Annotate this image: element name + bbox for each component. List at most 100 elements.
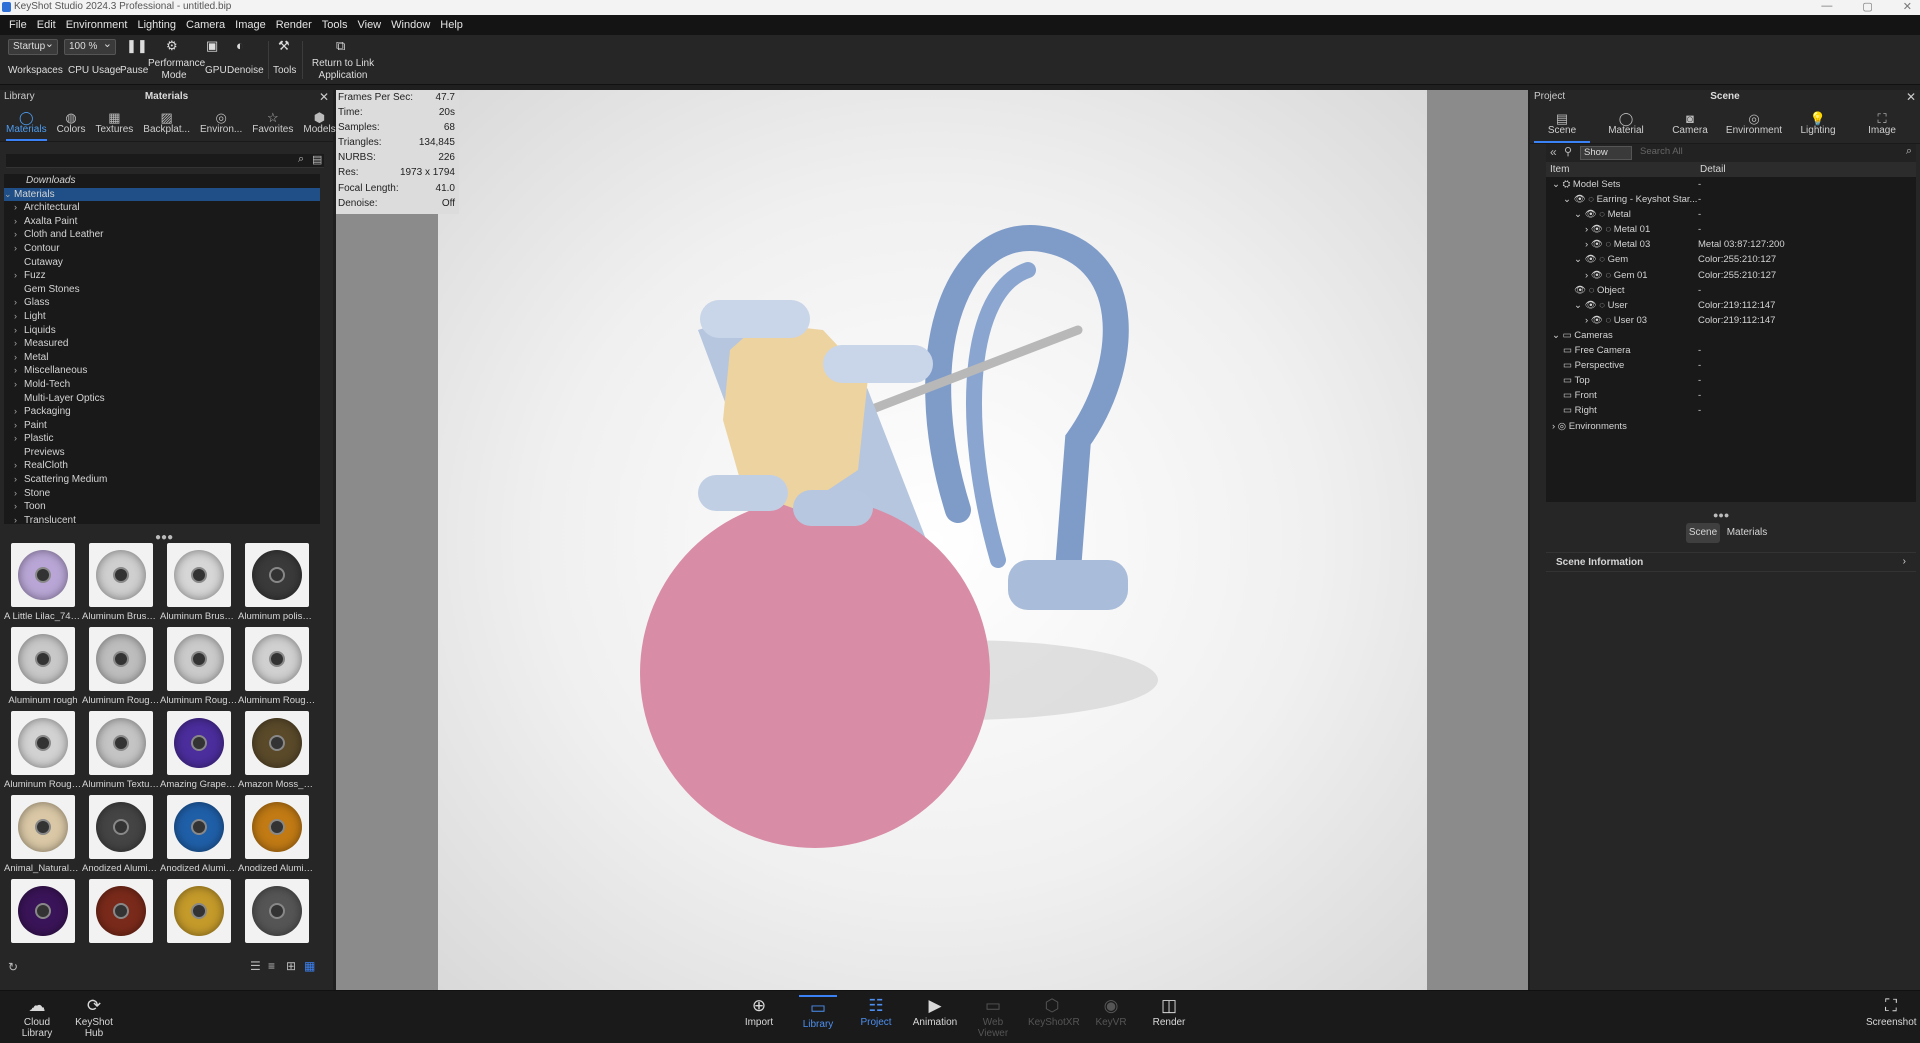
visibility-eye-icon[interactable]: ⌄ 👁 ◌ [1563,194,1597,205]
tree-node-icon[interactable]: ▭ [1563,390,1575,401]
scene-row[interactable]: ⌄ 👁 ◌ Metal - [1546,207,1916,222]
tree-item[interactable]: › Liquids [4,324,320,338]
menu-file[interactable]: File [4,19,32,31]
material-thumbnail[interactable]: Aluminum Rough... [4,711,82,795]
minimize-button[interactable]: — [1821,0,1832,13]
scene-row[interactable]: ⌄ 👁 ◌ Gem Color:255:210:127 [1546,252,1916,267]
pause-label[interactable]: Pause [120,65,148,77]
gpu-icon[interactable]: ▣ [206,38,218,54]
splitter-handle[interactable]: ●●● [155,532,173,543]
material-thumbnail[interactable]: Amazing Grape_7... [160,711,238,795]
tab-environments[interactable]: ◎ Environ... [200,104,242,141]
chevron-icon[interactable]: › [14,419,24,433]
menu-window[interactable]: Window [386,19,435,31]
visibility-eye-icon[interactable]: ⌄ 👁 ◌ [1574,254,1608,265]
menu-view[interactable]: View [352,19,386,31]
material-thumbnail[interactable]: Aluminum rough [4,627,82,711]
tree-node-icon[interactable]: ⌄ ▭ [1552,330,1574,341]
denoise-label[interactable]: Denoise [227,65,264,77]
visibility-eye-icon[interactable]: ⌄ 👁 ◌ [1574,300,1608,311]
tree-item[interactable]: › Paint [4,419,320,433]
tree-node-icon[interactable]: ▭ [1563,375,1574,386]
render-view[interactable] [438,90,1427,990]
tab-favorites[interactable]: ☆ Favorites [252,104,293,141]
menu-help[interactable]: Help [435,19,468,31]
material-thumbnail[interactable] [4,879,82,943]
material-thumbnail[interactable]: Aluminum Brushed [82,543,160,627]
tree-item[interactable]: ⌄ Materials [4,187,320,202]
link-application-icon[interactable]: ⧉ [336,38,345,54]
scene-row[interactable]: › ◎ Environments [1546,419,1916,434]
visibility-eye-icon[interactable]: › 👁 ◌ [1585,239,1614,250]
pause-icon[interactable]: ❚❚ [126,38,148,54]
tab-material[interactable]: ◯ Material [1594,104,1658,143]
denoise-icon[interactable]: ◐ [236,38,244,53]
menu-camera[interactable]: Camera [181,19,230,31]
tree-item[interactable]: Gem Stones [4,283,320,297]
chevron-icon[interactable]: › [14,351,24,365]
return-link-label[interactable]: Return to Link Application [308,58,378,82]
tab-backplates[interactable]: ▨ Backplat... [143,104,190,141]
search-icon[interactable]: ⌕ [298,153,304,166]
tree-item[interactable]: › Scattering Medium [4,473,320,487]
performance-mode-label[interactable]: Performance Mode [148,58,205,82]
chevron-icon[interactable]: › [14,473,24,487]
keyvr-button[interactable]: ◉ KeyVR [1092,995,1130,1028]
keyshotxr-button[interactable]: ⬡ KeyShotXR [1028,995,1080,1028]
library-button[interactable]: ▭ Library [799,995,837,1030]
tree-item[interactable]: › Contour [4,242,320,256]
column-item[interactable]: Item [1550,164,1569,175]
material-thumbnail[interactable]: Aluminum Rough... [160,627,238,711]
performance-mode-icon[interactable]: ⚙ [166,38,178,54]
chevron-icon[interactable]: › [14,242,24,256]
tree-item[interactable]: Cutaway [4,256,320,270]
material-thumbnail[interactable]: Animal_Natural_J... [4,795,82,879]
scene-information-section[interactable]: Scene Information › [1546,552,1916,572]
tab-image[interactable]: ⛶ Image [1850,104,1914,143]
tree-item[interactable]: › RealCloth [4,459,320,473]
chevron-icon[interactable]: › [14,500,24,514]
chevron-icon[interactable]: › [14,310,24,324]
tree-item[interactable]: › Translucent [4,514,320,528]
filter-icon[interactable]: ⚲ [1564,145,1572,158]
tree-item[interactable]: › Plastic [4,432,320,446]
chevron-icon[interactable]: › [14,514,24,528]
material-thumbnail[interactable]: Amazon Moss_74... [238,711,316,795]
tab-lighting[interactable]: 💡 Lighting [1786,104,1850,143]
tab-scene[interactable]: ▤ Scene [1530,104,1594,143]
tree-item[interactable]: › Packaging [4,405,320,419]
scene-row[interactable]: › 👁 ◌ Metal 01- [1546,222,1916,237]
menu-lighting[interactable]: Lighting [132,19,181,31]
material-thumbnail[interactable]: Anodized Alumin... [238,795,316,879]
gpu-label[interactable]: GPU [205,65,227,77]
scene-row[interactable]: ▭ Top - [1546,373,1916,388]
render-button[interactable]: ◫ Render [1150,995,1188,1028]
web-viewer-button[interactable]: ▭ Web Viewer [968,995,1018,1039]
material-thumbnail[interactable] [238,879,316,943]
tree-node-icon[interactable]: ▭ [1563,345,1575,356]
scene-row[interactable]: ▭ Perspective - [1546,358,1916,373]
large-grid-icon[interactable]: ▦ [304,959,315,973]
close-project-icon[interactable]: ✕ [1906,90,1916,104]
tree-item[interactable]: › Stone [4,487,320,501]
chevron-icon[interactable]: › [14,487,24,501]
chevron-icon[interactable]: › [14,296,24,310]
project-button[interactable]: ☷ Project [858,995,894,1028]
chevron-icon[interactable]: › [14,269,24,283]
tools-label[interactable]: Tools [273,65,296,77]
visibility-eye-icon[interactable]: › 👁 ◌ [1585,224,1614,235]
scene-row[interactable]: ▭ Front - [1546,388,1916,403]
tree-item[interactable]: Downloads [4,174,320,188]
maximize-button[interactable]: ▢ [1862,0,1872,13]
scene-splitter-handle[interactable]: ●●● [1713,510,1729,520]
material-thumbnail[interactable]: A Little Lilac_7456... [4,543,82,627]
collapse-icon[interactable]: « [1550,145,1557,159]
column-detail[interactable]: Detail [1700,164,1726,175]
list-view-icon[interactable]: ☰ [250,959,261,973]
visibility-eye-icon[interactable]: › 👁 ◌ [1585,315,1614,326]
material-thumbnail[interactable]: Aluminum polished [238,543,316,627]
tools-icon[interactable]: ⚒ [278,38,290,54]
chevron-icon[interactable]: › [14,201,24,215]
scene-row[interactable]: ⌄ 👁 ◌ User Color:219:112:147 [1546,298,1916,313]
tree-node-icon[interactable]: ▭ [1563,405,1575,416]
